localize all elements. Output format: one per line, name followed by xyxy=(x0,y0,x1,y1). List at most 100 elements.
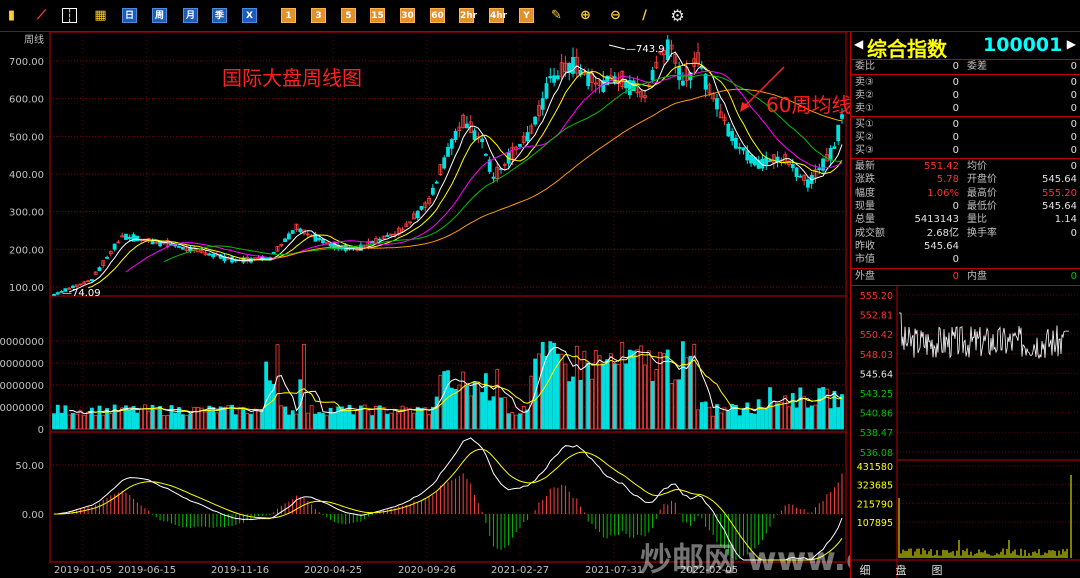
price-chart[interactable]: 700.00 600.00 500.00 400.00 300.00 200.00 100.… xyxy=(0,31,1024,578)
candle-body xyxy=(624,81,628,89)
stat-1-value: 5.78 xyxy=(936,174,959,186)
stat-1-row: 涨跌 5.78 开盘价 545.64 xyxy=(855,173,1077,186)
candle-body xyxy=(430,187,435,195)
candle-body xyxy=(52,294,56,296)
volume-bar xyxy=(260,409,265,430)
volume-bar xyxy=(101,414,106,430)
macd-tick-label: 50.00 xyxy=(15,461,44,472)
volume-bar xyxy=(574,345,579,430)
volume-bar xyxy=(366,410,371,430)
volume-bar xyxy=(412,412,416,430)
bid-2-value: 0 xyxy=(952,132,959,143)
max-marker xyxy=(608,44,626,50)
stat-4-row: 总量 5413143 量比 1.14 xyxy=(855,213,1077,226)
volume-bar xyxy=(605,359,610,430)
tab-2[interactable]: 图 xyxy=(932,564,943,577)
mini-volume-tick: 215790 xyxy=(857,499,893,510)
mini-price-tick: 540.86 xyxy=(860,409,893,420)
period-x[interactable]: X xyxy=(242,8,257,23)
mini-price-tick: 555.20 xyxy=(860,291,893,302)
volume-bar xyxy=(268,380,272,430)
volume-bar xyxy=(601,363,606,430)
tab-0[interactable]: 细 xyxy=(860,564,871,577)
period-4hr[interactable]: 4hr xyxy=(489,8,507,23)
volume-bar xyxy=(722,407,727,430)
bid-2-label: 买② xyxy=(855,132,874,143)
volume-bar xyxy=(745,402,750,430)
volume-bar xyxy=(245,413,250,430)
period-week[interactable]: 周 xyxy=(152,8,167,23)
bid-3-label: 买③ xyxy=(855,145,874,156)
candle-body xyxy=(453,130,458,141)
bid-1-label: 买① xyxy=(855,119,874,130)
volume-bar xyxy=(764,407,769,430)
candle-body xyxy=(211,253,216,258)
stat-2-row: 幅度 1.06% 最高价 555.20 xyxy=(855,187,1077,200)
outer-inner-row: 外盘 0 内盘 0 xyxy=(855,270,1077,283)
period-15min[interactable]: 15 xyxy=(370,8,385,23)
volume-tick-label: 20000000 xyxy=(0,403,44,414)
period-day[interactable]: 日 xyxy=(122,8,137,23)
volume-bar xyxy=(510,411,515,430)
period-month[interactable]: 月 xyxy=(183,8,198,23)
volume-bar xyxy=(400,405,405,430)
next-arrow-icon[interactable]: ▶ xyxy=(1067,37,1076,51)
calendar-icon[interactable]: ▦ xyxy=(93,8,108,23)
candle-body xyxy=(703,73,708,90)
volume-bar xyxy=(71,412,75,430)
volume-bar xyxy=(385,413,390,430)
draw-icon[interactable]: ∕ xyxy=(637,8,652,23)
period-year[interactable]: Y xyxy=(519,8,534,23)
edit-icon[interactable]: ✎ xyxy=(549,8,564,23)
volume-bar xyxy=(294,413,299,430)
candlestick-icon[interactable]: ┆ xyxy=(62,8,77,24)
mini-price-tick: 550.42 xyxy=(860,330,893,341)
volume-bar xyxy=(324,415,329,430)
volume-bar xyxy=(783,395,788,430)
prev-arrow-icon[interactable]: ◀ xyxy=(854,37,863,51)
stat-2-value: 1.06% xyxy=(927,187,959,199)
period-60min[interactable]: 60 xyxy=(430,8,445,23)
candle-body xyxy=(283,238,287,243)
volume-bar xyxy=(802,396,807,430)
period-1min[interactable]: 1 xyxy=(281,8,296,23)
volume-bar xyxy=(609,353,613,430)
period-3min[interactable]: 3 xyxy=(311,8,326,23)
volume-bar xyxy=(419,408,424,430)
chart-icon[interactable]: ▮ xyxy=(4,8,19,23)
tab-1[interactable]: 盘 xyxy=(896,563,907,577)
volume-bar xyxy=(317,412,322,430)
volume-bar xyxy=(381,407,386,430)
zoom-out-icon[interactable]: ⊖ xyxy=(608,8,623,23)
intraday-chart[interactable]: 555.20 552.81 550.42 548.03 545.64 543.25 540.… xyxy=(851,285,1080,578)
candle-body xyxy=(764,157,769,165)
volume-bar xyxy=(756,399,761,430)
volume-bar xyxy=(809,405,814,430)
candle-body xyxy=(97,267,102,271)
period-30min[interactable]: 30 xyxy=(400,8,415,23)
gear-icon[interactable]: ⚙ xyxy=(670,8,685,24)
candle-body xyxy=(518,143,522,147)
period-5min[interactable]: 5 xyxy=(341,8,356,23)
volume-bar xyxy=(93,415,98,430)
volume-bar xyxy=(669,383,674,430)
period-2hr[interactable]: 2hr xyxy=(459,8,477,23)
volume-bar xyxy=(586,362,591,430)
volume-bar xyxy=(404,407,409,430)
weicha-value: 0 xyxy=(1070,61,1077,72)
volume-bar xyxy=(434,396,439,430)
candle-body xyxy=(821,158,825,171)
line-chart-icon[interactable]: ⟋ xyxy=(34,8,49,23)
volume-bar xyxy=(472,381,477,430)
volume-bar xyxy=(775,403,780,430)
volume-bar xyxy=(222,407,227,430)
candle-body xyxy=(741,147,746,151)
volume-bar xyxy=(806,407,810,430)
volume-bar xyxy=(264,361,269,430)
period-quarter[interactable]: 季 xyxy=(212,8,227,23)
zoom-in-icon[interactable]: ⊕ xyxy=(578,8,593,23)
volume-bar xyxy=(286,414,291,430)
volume-bar xyxy=(506,413,511,430)
main-chart-area[interactable]: 700.00 600.00 500.00 400.00 300.00 200.00 100.… xyxy=(0,31,1024,578)
candle-body xyxy=(419,206,424,210)
